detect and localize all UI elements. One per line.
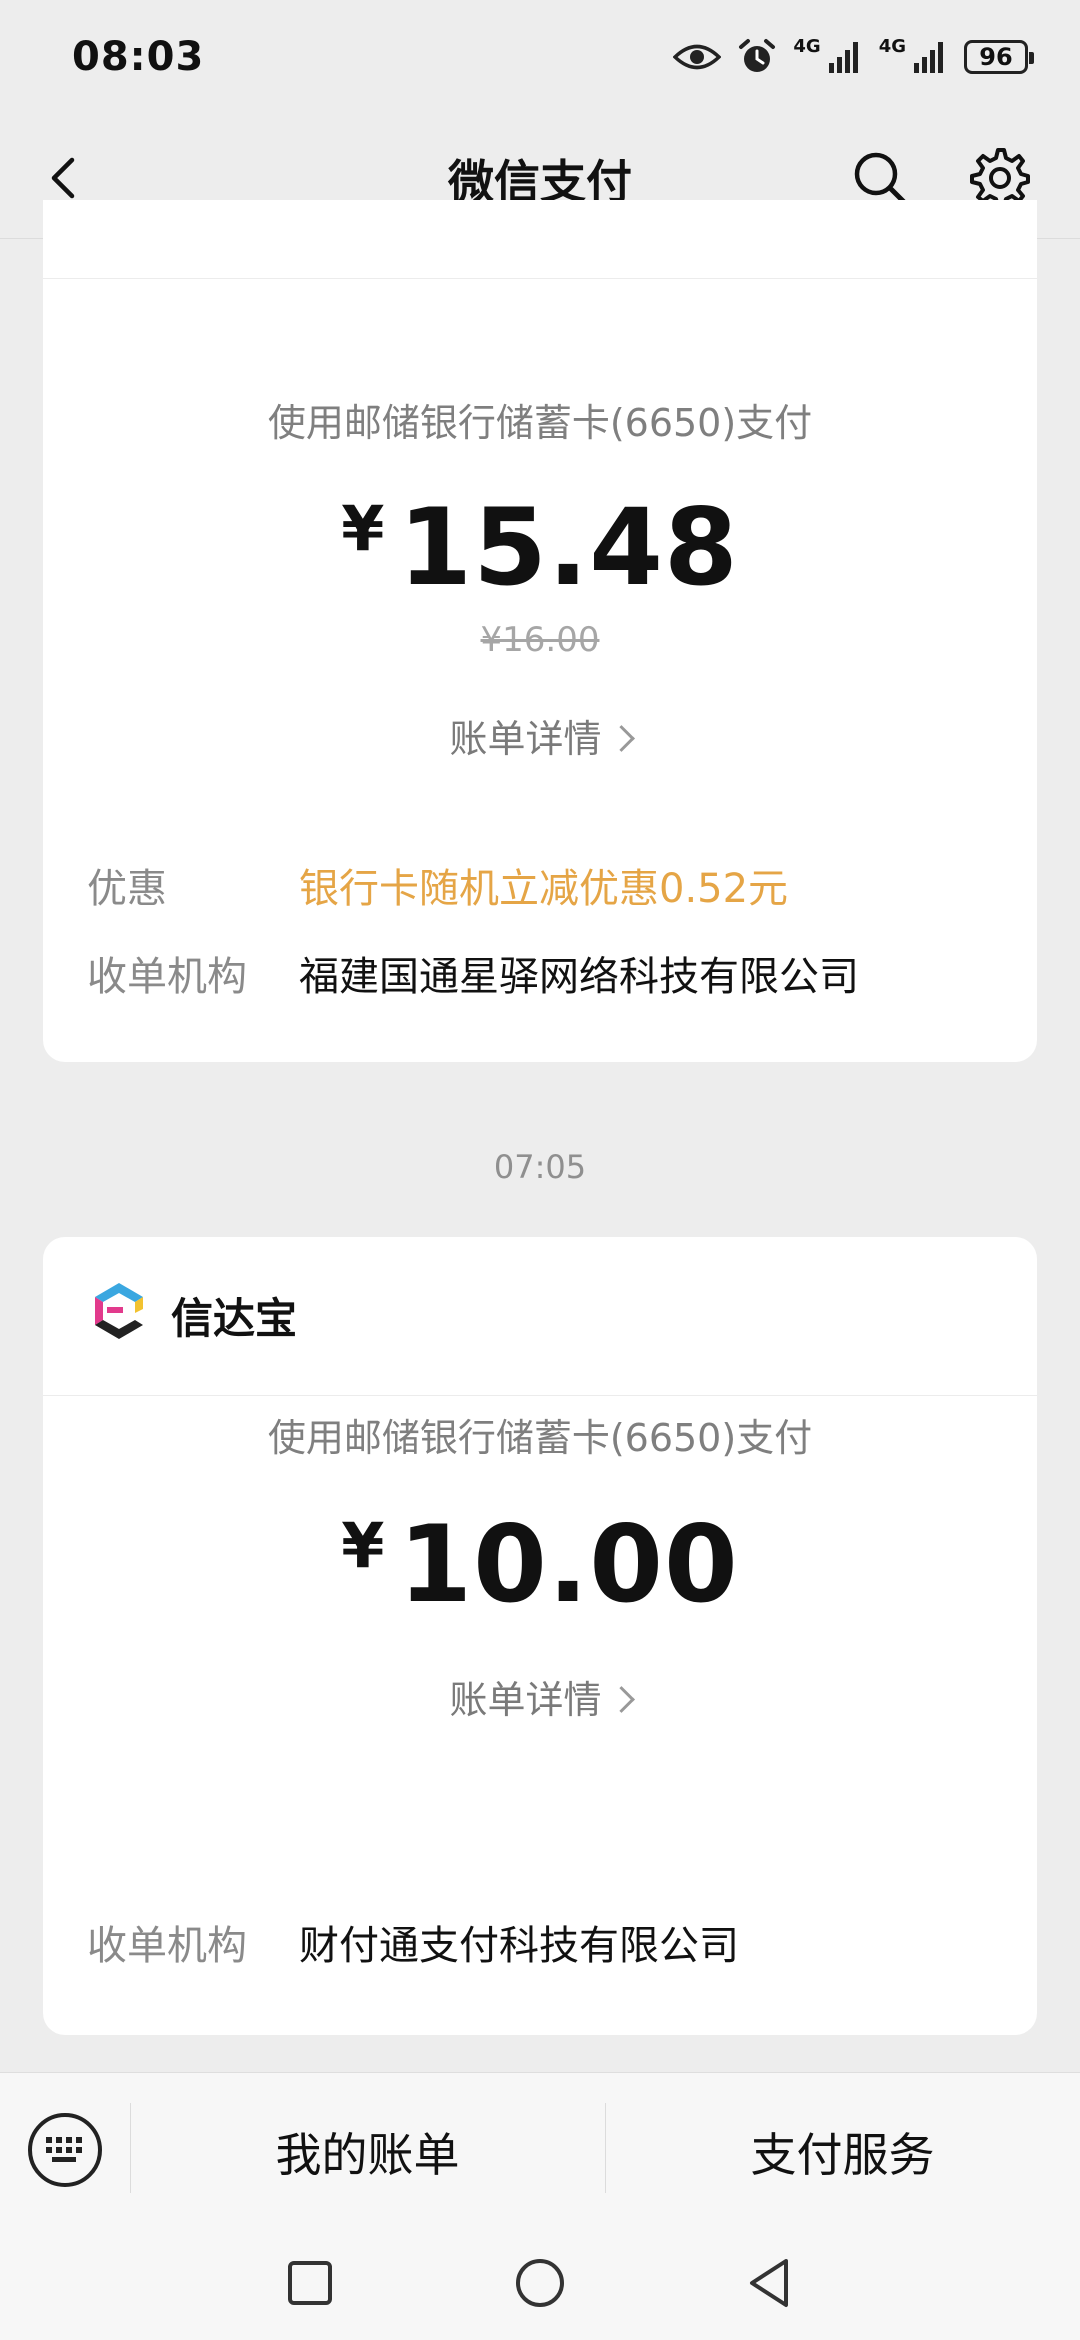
payment-method: 使用邮储银行储蓄卡(6650)支付 <box>267 401 813 445</box>
merchant-logo-icon <box>95 1283 143 1339</box>
merchant-header[interactable]: 信达宝 <box>43 1237 1037 1396</box>
bill-detail-link[interactable]: 账单详情 <box>43 708 1037 763</box>
divider <box>43 278 1037 279</box>
status-icons: 4G 4G 96 <box>673 34 1034 80</box>
acquirer-row: 收单机构 福建国通星驿网络科技有限公司 <box>87 944 993 1000</box>
currency-symbol: ¥ <box>341 492 385 565</box>
system-nav-bar <box>0 2227 1080 2340</box>
row-value: 财付通支付科技有限公司 <box>299 1923 739 1969</box>
row-label: 收单机构 <box>87 954 247 1000</box>
discount-row: 优惠 银行卡随机立减优惠0.52元 <box>87 856 993 912</box>
battery-level: 96 <box>979 43 1013 71</box>
battery-icon: 96 <box>964 40 1034 74</box>
timestamp: 07:05 <box>493 1148 587 1186</box>
bill-detail-link[interactable]: 账单详情 <box>43 1669 1037 1724</box>
acquirer-row: 收单机构 财付通支付科技有限公司 <box>87 1913 993 1969</box>
recent-apps-icon[interactable] <box>282 2255 338 2311</box>
currency-symbol: ¥ <box>341 1509 385 1582</box>
keyboard-glyph-icon <box>46 2137 82 2162</box>
chevron-right-icon <box>607 1686 635 1713</box>
row-value: 银行卡随机立减优惠0.52元 <box>299 866 789 912</box>
network-label-2: 4G <box>878 36 906 57</box>
transaction-card-1: 使用邮储银行储蓄卡(6650)支付 ¥15.48 ¥16.00 账单详情 优惠 … <box>43 200 1037 1062</box>
home-icon[interactable] <box>512 2255 568 2311</box>
row-value: 福建国通星驿网络科技有限公司 <box>299 954 859 1000</box>
signal-icon <box>828 42 858 73</box>
row-label: 优惠 <box>87 866 167 912</box>
transaction-card-2: 信达宝 使用邮储银行储蓄卡(6650)支付 ¥10.00 账单详情 收单机构 财… <box>43 1237 1037 2035</box>
merchant-name: 信达宝 <box>171 1294 298 1343</box>
status-time: 08:03 <box>72 34 205 80</box>
tab-payment-services[interactable]: 支付服务 <box>605 2119 1080 2185</box>
amount-value: 10.00 <box>398 1503 739 1626</box>
back-triangle-icon[interactable] <box>742 2255 798 2311</box>
tab-my-bills[interactable]: 我的账单 <box>130 2119 605 2185</box>
alarm-icon <box>739 39 776 72</box>
original-price: ¥16.00 <box>480 620 600 660</box>
payment-method: 使用邮储银行储蓄卡(6650)支付 <box>267 1416 813 1460</box>
chevron-right-icon <box>607 725 635 752</box>
status-bar: 08:03 4G 4G 96 <box>0 0 1080 120</box>
eye-icon <box>673 44 722 70</box>
keyboard-icon[interactable] <box>28 2113 102 2187</box>
bill-detail-label: 账单详情 <box>449 717 602 761</box>
amount: ¥15.48 <box>43 486 1037 609</box>
bill-detail-label: 账单详情 <box>449 1678 602 1722</box>
signal-icon-2 <box>914 42 943 73</box>
bottom-tab-bar: 我的账单 支付服务 <box>0 2072 1080 2228</box>
network-label-1: 4G <box>793 36 821 57</box>
row-label: 收单机构 <box>87 1923 247 1969</box>
amount: ¥10.00 <box>43 1503 1037 1626</box>
amount-value: 15.48 <box>398 486 739 609</box>
